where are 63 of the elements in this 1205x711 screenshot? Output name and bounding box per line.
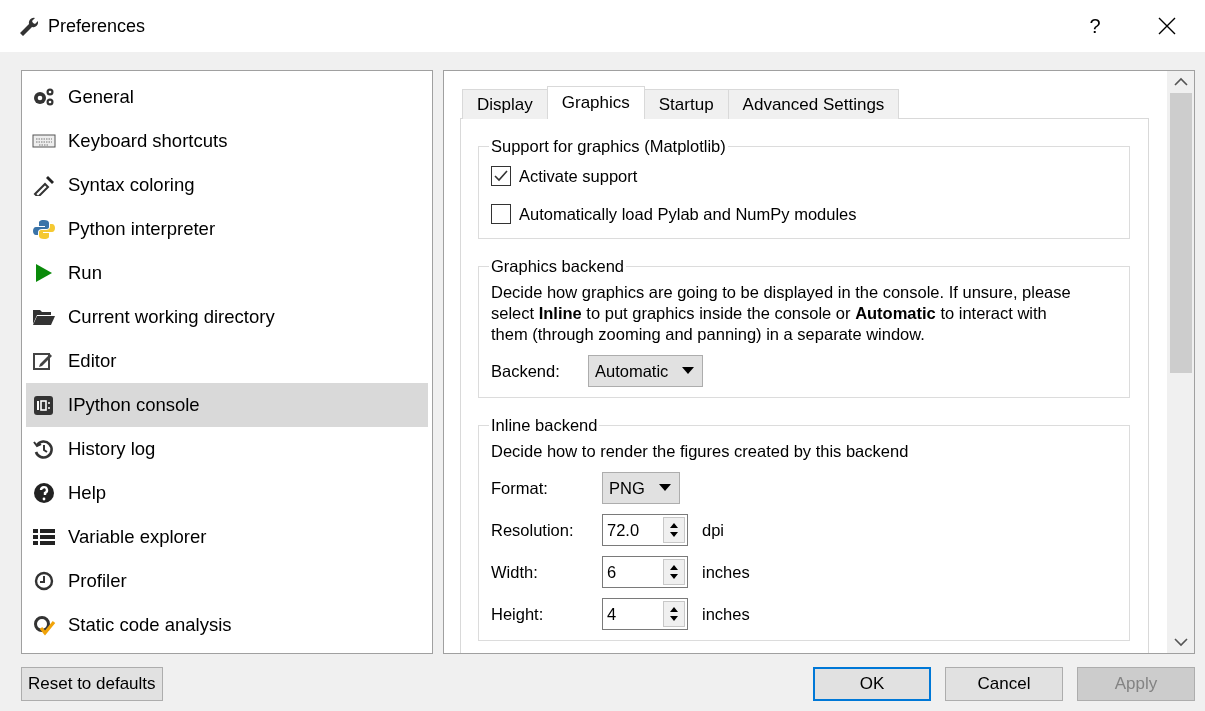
help-icon xyxy=(32,482,56,504)
category-item[interactable]: Editor xyxy=(26,339,428,383)
category-item[interactable]: General xyxy=(26,75,428,119)
spin-field[interactable]: 72.0 xyxy=(602,514,688,546)
clock-icon xyxy=(32,570,56,592)
group-title: Support for graphics (Matplotlib) xyxy=(490,137,727,156)
tab[interactable]: Graphics xyxy=(546,86,645,119)
dialog-button[interactable]: Cancel xyxy=(945,667,1063,701)
gears-icon xyxy=(32,86,56,108)
tab[interactable]: Advanced Settings xyxy=(727,89,900,119)
checkbox-label[interactable]: Activate support xyxy=(519,166,638,186)
field-label: Resolution: xyxy=(491,520,575,540)
scrollbar[interactable] xyxy=(1167,71,1194,653)
category-item[interactable]: Help xyxy=(26,471,428,515)
spin-arrows-icon[interactable] xyxy=(663,559,685,585)
category-item[interactable]: Current working directory xyxy=(26,295,428,339)
description-text: Decide how to render the figures created by this backend xyxy=(491,441,910,462)
close-icon xyxy=(1158,17,1176,35)
unit-label: inches xyxy=(702,604,750,624)
dropdown[interactable]: PNG xyxy=(602,472,680,504)
category-item[interactable]: Static code analysis xyxy=(26,603,428,647)
category-item[interactable]: Keyboard shortcuts xyxy=(26,119,428,163)
category-item[interactable]: Python interpreter xyxy=(26,207,428,251)
group-title: Graphics backend xyxy=(490,257,625,276)
category-item[interactable]: Run xyxy=(26,251,428,295)
caret-icon xyxy=(658,484,671,492)
category-item[interactable]: History log xyxy=(26,427,428,471)
checkbox[interactable] xyxy=(491,204,511,224)
spin-arrows-icon[interactable] xyxy=(663,601,685,627)
spin-arrows-icon[interactable] xyxy=(663,517,685,543)
field-label: Format: xyxy=(491,478,549,498)
category-item[interactable]: Profiler xyxy=(26,559,428,603)
unit-label: inches xyxy=(702,562,750,582)
list-icon xyxy=(32,526,56,548)
description-text: Decide how graphics are going to be displayed in the console. If unsure, please select Inline to put graphics inside the console or Automatic to interact with them (through zooming and panning) in a separate window. xyxy=(491,282,1072,345)
field-label: Backend: xyxy=(491,361,561,381)
category-item[interactable]: Syntax coloring xyxy=(26,163,428,207)
scrollbar-thumb[interactable] xyxy=(1169,93,1192,373)
console-icon xyxy=(32,394,56,416)
history-icon xyxy=(32,438,56,460)
reset-button[interactable]: Reset to defaults xyxy=(21,667,163,701)
wrench-icon xyxy=(18,16,38,36)
unit-label: dpi xyxy=(702,520,725,540)
caret-icon xyxy=(682,367,695,375)
help-button[interactable]: ? xyxy=(1075,8,1115,44)
python-icon xyxy=(32,218,56,240)
field-label: Height: xyxy=(491,604,545,624)
spin-field[interactable]: 4 xyxy=(602,598,688,630)
window-title: Preferences xyxy=(48,15,147,37)
spin-field[interactable]: 6 xyxy=(602,556,688,588)
dialog-button[interactable]: OK xyxy=(813,667,931,701)
tab[interactable]: Display xyxy=(462,89,548,119)
checkbox-label[interactable]: Automatically load Pylab and NumPy modules xyxy=(519,204,857,224)
checkbox[interactable] xyxy=(491,166,511,186)
dropdown[interactable]: Automatic xyxy=(588,355,704,387)
category-item[interactable]: IPython console xyxy=(26,383,428,427)
group-title: Inline backend xyxy=(490,416,599,435)
scroll-down-icon[interactable] xyxy=(1173,637,1188,647)
tab[interactable]: Startup xyxy=(643,89,729,119)
scroll-up-icon[interactable] xyxy=(1173,77,1188,87)
category-item[interactable]: Variable explorer xyxy=(26,515,428,559)
field-label: Width: xyxy=(491,562,539,582)
magnifier-check-icon xyxy=(32,614,56,636)
